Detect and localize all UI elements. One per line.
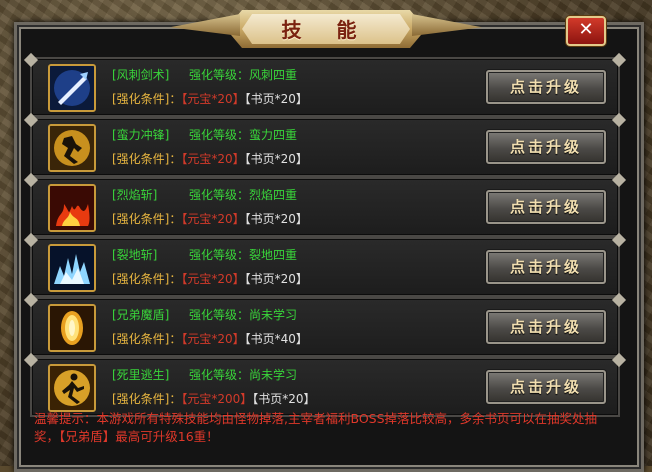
level-value: 尚未学习 [249, 308, 298, 322]
yuanbao-cost: 【元宝*20】 [181, 212, 245, 226]
level-value: 蛮力四重 [249, 128, 298, 142]
condition-label: [强化条件]： [112, 152, 182, 166]
level-label: 强化等级： [189, 68, 250, 82]
sword-strike-icon [48, 64, 96, 112]
yuanbao-cost: 【元宝*20】 [181, 272, 245, 286]
skill-level: 强化等级：烈焰四重 [189, 186, 297, 203]
skill-level: 强化等级：尚未学习 [189, 366, 297, 383]
skill-row: [风刺剑术] 强化等级：风刺四重 [强化条件]：【元宝*20】【书页*20】 点… [30, 57, 620, 117]
upgrade-condition: [强化条件]：【元宝*20】【书页*40】 [112, 330, 308, 347]
upgrade-button[interactable]: 点击升级 [486, 70, 606, 104]
skill-name: [风刺剑术] [112, 68, 170, 82]
skill-name: [蛮力冲锋] [112, 128, 170, 142]
yuanbao-cost: 【元宝*20】 [181, 152, 245, 166]
yuanbao-cost: 【元宝*20】 [181, 332, 245, 346]
upgrade-button[interactable]: 点击升级 [486, 130, 606, 164]
magic-shield-icon [48, 304, 96, 352]
skill-level: 强化等级：蛮力四重 [189, 126, 297, 143]
skill-name: [死里逃生] [112, 368, 170, 382]
upgrade-button[interactable]: 点击升级 [486, 190, 606, 224]
page-cost: 【书页*20】 [244, 92, 308, 106]
close-button[interactable]: ✕ [566, 16, 606, 46]
window-title: 技 能 [281, 18, 371, 42]
page-cost: 【书页*20】 [244, 272, 308, 286]
page-cost: 【书页*20】 [252, 392, 316, 406]
condition-label: [强化条件]： [112, 92, 182, 106]
skill-level: 强化等级：裂地四重 [189, 246, 297, 263]
skill-name: [烈焰斩] [112, 188, 158, 202]
upgrade-button[interactable]: 点击升级 [486, 370, 606, 404]
level-value: 裂地四重 [249, 248, 298, 262]
charge-icon [48, 124, 96, 172]
condition-label: [强化条件]： [112, 272, 182, 286]
skill-row: [蛮力冲锋] 强化等级：蛮力四重 [强化条件]：【元宝*20】【书页*20】 点… [30, 117, 620, 177]
tip-notice: 温馨提示：本游戏所有特殊技能均由怪物掉落,主宰者福利BOSS掉落比较高，多余书页… [34, 410, 620, 446]
level-label: 强化等级： [189, 188, 250, 202]
skill-name: [裂地斩] [112, 248, 158, 262]
condition-label: [强化条件]： [112, 212, 182, 226]
condition-label: [强化条件]： [112, 392, 182, 406]
upgrade-condition: [强化条件]：【元宝*20】【书页*20】 [112, 150, 308, 167]
skill-level: 强化等级：尚未学习 [189, 306, 297, 323]
level-value: 烈焰四重 [249, 188, 298, 202]
upgrade-condition: [强化条件]：【元宝*20】【书页*20】 [112, 90, 308, 107]
upgrade-button[interactable]: 点击升级 [486, 310, 606, 344]
skill-row: [烈焰斩] 强化等级：烈焰四重 [强化条件]：【元宝*20】【书页*20】 点击… [30, 177, 620, 237]
upgrade-condition: [强化条件]：【元宝*200】【书页*20】 [112, 390, 316, 407]
ground-split-icon [48, 244, 96, 292]
yuanbao-cost: 【元宝*20】 [181, 92, 245, 106]
level-label: 强化等级： [189, 308, 250, 322]
level-value: 尚未学习 [249, 368, 298, 382]
page-cost: 【书页*40】 [244, 332, 308, 346]
level-label: 强化等级： [189, 128, 250, 142]
skill-row: [裂地斩] 强化等级：裂地四重 [强化条件]：【元宝*20】【书页*20】 点击… [30, 237, 620, 297]
level-value: 风刺四重 [249, 68, 298, 82]
page-cost: 【书页*20】 [244, 152, 308, 166]
skill-name: [兄弟魔盾] [112, 308, 170, 322]
skill-row: [兄弟魔盾] 强化等级：尚未学习 [强化条件]：【元宝*20】【书页*40】 点… [30, 297, 620, 357]
skill-row: [死里逃生] 强化等级：尚未学习 [强化条件]：【元宝*200】【书页*20】 … [30, 357, 620, 417]
condition-label: [强化条件]： [112, 332, 182, 346]
yuanbao-cost: 【元宝*200】 [181, 392, 253, 406]
notice-suffix: 最高可升级16重！ [115, 429, 219, 444]
page-cost: 【书页*20】 [244, 212, 308, 226]
skill-level: 强化等级：风刺四重 [189, 66, 297, 83]
escape-icon [48, 364, 96, 412]
flame-slash-icon [48, 184, 96, 232]
upgrade-button[interactable]: 点击升级 [486, 250, 606, 284]
level-label: 强化等级： [189, 368, 250, 382]
level-label: 强化等级： [189, 248, 250, 262]
notice-highlight: 【兄弟盾】 [59, 429, 116, 444]
upgrade-condition: [强化条件]：【元宝*20】【书页*20】 [112, 210, 308, 227]
upgrade-condition: [强化条件]：【元宝*20】【书页*20】 [112, 270, 308, 287]
